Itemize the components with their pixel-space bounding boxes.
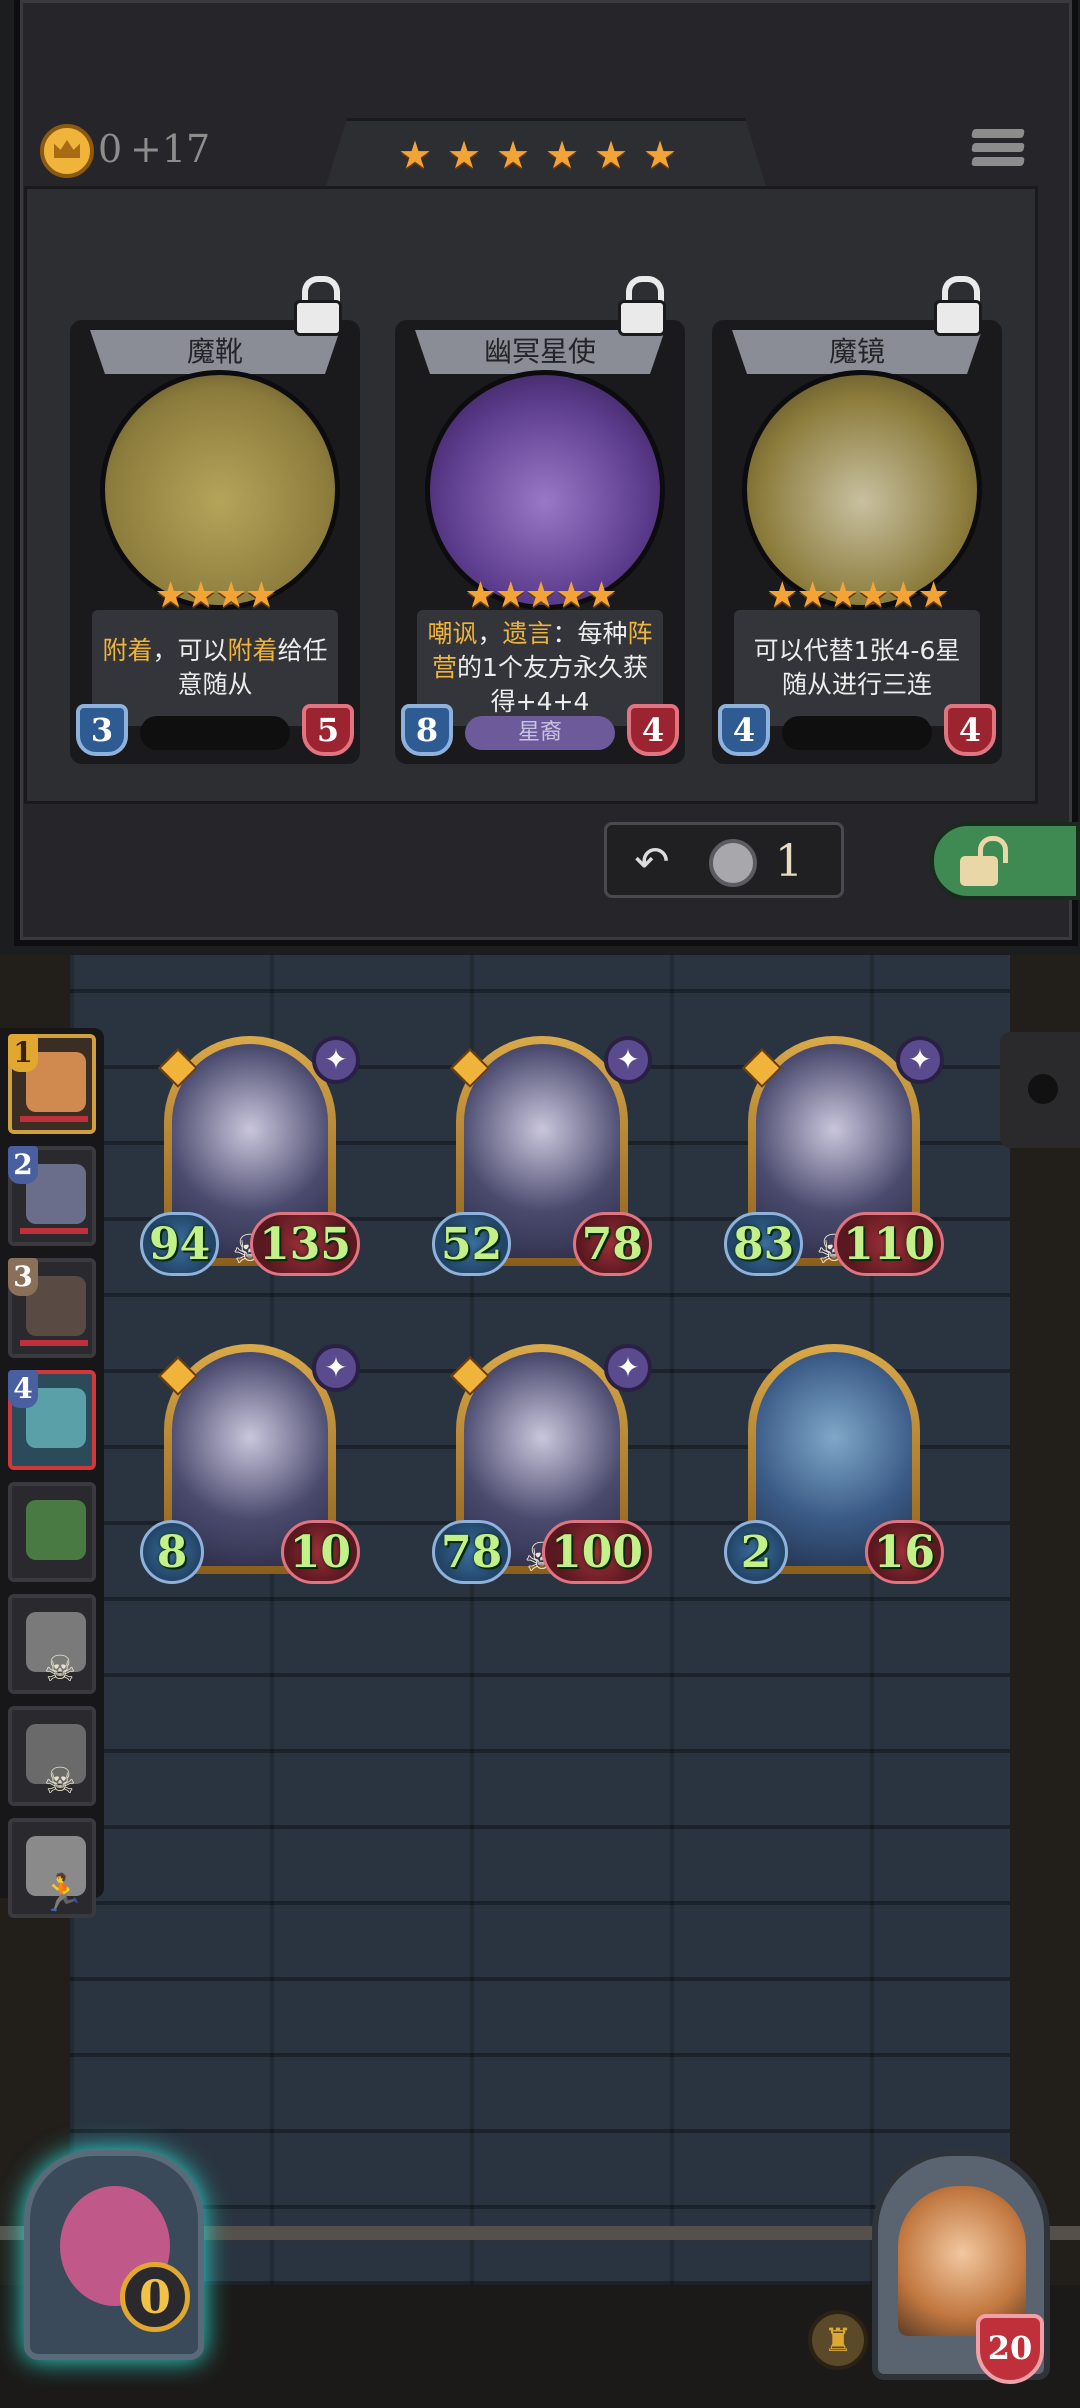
fled-icon: 🏃 bbox=[40, 1873, 85, 1914]
minion-health: 78 bbox=[572, 1212, 652, 1276]
rank-badge: 2 bbox=[8, 1146, 38, 1184]
card-art bbox=[100, 370, 340, 610]
tribe-badge-icon: ✦ bbox=[604, 1036, 652, 1084]
description-text: ， bbox=[477, 619, 503, 648]
treasure-count: 0 bbox=[120, 2262, 190, 2332]
keyword-text: 遗言 bbox=[502, 619, 553, 648]
minion-health: 100 bbox=[542, 1520, 652, 1584]
shop-card-magic-boots[interactable]: 魔靴 ★★★★ 附着，可以附着给任意随从 3 5 bbox=[70, 320, 360, 764]
card-name: 幽冥星使 bbox=[483, 335, 596, 368]
health-bar bbox=[20, 1340, 88, 1346]
description-text: 的1个友方永久获得+4+4 bbox=[457, 653, 648, 716]
refresh-icon: ↶ bbox=[634, 837, 670, 886]
menu-icon[interactable] bbox=[971, 124, 1025, 178]
opponent-slot[interactable]: 1 bbox=[8, 1034, 96, 1134]
tier-star-icon: ★ bbox=[495, 133, 531, 177]
gold-coin-icon bbox=[40, 124, 94, 178]
description-text: ：每种 bbox=[552, 619, 628, 648]
card-description: 嘲讽，遗言：每种阵营的1个友方永久获得+4+4 bbox=[417, 610, 663, 726]
minion-attack: 83 bbox=[724, 1212, 804, 1276]
card-tribe: 星裔 bbox=[465, 716, 615, 750]
hero-health: 20 bbox=[976, 2314, 1044, 2384]
description-text: ，可以 bbox=[152, 636, 228, 665]
minion-attack: 52 bbox=[432, 1212, 512, 1276]
minion-attack: 78 bbox=[432, 1520, 512, 1584]
tier-star-icon: ★ bbox=[642, 133, 678, 177]
unlock-shop-button[interactable] bbox=[930, 822, 1080, 900]
health-bar bbox=[20, 1116, 88, 1122]
card-name: 魔镜 bbox=[828, 335, 885, 368]
shop-card-nether-star-envoy[interactable]: 幽冥星使 ★★★★★ 嘲讽，遗言：每种阵营的1个友方永久获得+4+4 8 星裔 … bbox=[395, 320, 685, 764]
card-art bbox=[425, 370, 665, 610]
board-minion[interactable]: ✦ ☠ 83 110 bbox=[724, 1036, 944, 1280]
opponent-slot[interactable]: ☠ bbox=[8, 1706, 96, 1806]
lock-icon[interactable] bbox=[292, 276, 344, 336]
rank-badge: 4 bbox=[8, 1370, 38, 1408]
opponent-slot[interactable] bbox=[8, 1482, 96, 1582]
crown-coin-icon bbox=[709, 839, 757, 887]
minion-attack: 94 bbox=[140, 1212, 220, 1276]
tier-star-icon: ★ bbox=[446, 133, 482, 177]
opponent-slot[interactable]: 2 bbox=[8, 1146, 96, 1246]
keyword-text: 附着 bbox=[102, 636, 153, 665]
gold-amount: 0 bbox=[98, 127, 123, 171]
lock-icon[interactable] bbox=[932, 276, 984, 336]
board-minion[interactable]: ✦ 52 78 bbox=[432, 1036, 652, 1280]
tribe-badge-icon: ✦ bbox=[896, 1036, 944, 1084]
rank-badge: 3 bbox=[8, 1258, 38, 1296]
skull-icon: ☠ bbox=[43, 1649, 77, 1690]
card-tribe bbox=[782, 716, 932, 750]
card-description: 附着，可以附着给任意随从 bbox=[92, 610, 338, 726]
minion-attack: 2 bbox=[724, 1520, 788, 1584]
board-minion[interactable]: ✦ 8 10 bbox=[140, 1344, 360, 1588]
opponent-slot[interactable]: 3 bbox=[8, 1258, 96, 1358]
tier-star-icon: ★ bbox=[544, 133, 580, 177]
description-text: 可以代替1张4-6星随从进行三连 bbox=[753, 636, 961, 699]
card-attack: 8 bbox=[401, 704, 453, 756]
minion-health: 135 bbox=[250, 1212, 360, 1276]
avatar bbox=[26, 1500, 86, 1560]
tier-star-icon: ★ bbox=[593, 133, 629, 177]
gold-income: +17 bbox=[130, 127, 211, 171]
side-panel-toggle[interactable] bbox=[1000, 1032, 1080, 1148]
unlock-icon bbox=[956, 836, 1008, 888]
tribe-badge-icon: ✦ bbox=[604, 1344, 652, 1392]
tribe-badge-icon: ✦ bbox=[312, 1036, 360, 1084]
card-description: 可以代替1张4-6星随从进行三连 bbox=[734, 610, 980, 726]
shop-card-magic-mirror[interactable]: 魔镜 ★★★★★★ 可以代替1张4-6星随从进行三连 4 4 bbox=[712, 320, 1002, 764]
tier-star-icon: ★ bbox=[397, 133, 433, 177]
opponent-slot[interactable]: ☠ bbox=[8, 1594, 96, 1694]
board-minion[interactable]: ✦ ☠ 94 135 bbox=[140, 1036, 360, 1280]
treasure-slot[interactable] bbox=[24, 2150, 204, 2360]
minion-health: 110 bbox=[834, 1212, 944, 1276]
keyword-text: 附着 bbox=[227, 636, 278, 665]
card-name: 魔靴 bbox=[186, 335, 243, 368]
card-attack: 4 bbox=[718, 704, 770, 756]
minion-attack: 8 bbox=[140, 1520, 204, 1584]
tribe-badge-icon: ✦ bbox=[312, 1344, 360, 1392]
opponent-list: 1 2 3 4 ☠ ☠ 🏃 bbox=[0, 1028, 104, 1918]
card-health: 4 bbox=[627, 704, 679, 756]
board-minion[interactable]: ✦ ☠ 78 100 bbox=[432, 1344, 652, 1588]
skull-icon: ☠ bbox=[43, 1761, 77, 1802]
board-minion[interactable]: 2 16 bbox=[724, 1344, 944, 1588]
health-bar bbox=[20, 1228, 88, 1234]
card-art bbox=[742, 370, 982, 610]
refresh-shop-button[interactable]: ↶ 1 bbox=[604, 822, 844, 898]
lock-icon[interactable] bbox=[616, 276, 668, 336]
card-health: 4 bbox=[944, 704, 996, 756]
card-health: 5 bbox=[302, 704, 354, 756]
minion-health: 10 bbox=[280, 1520, 360, 1584]
keyword-text: 嘲讽 bbox=[427, 619, 478, 648]
rank-badge: 1 bbox=[8, 1034, 38, 1072]
minion-health: 16 bbox=[864, 1520, 944, 1584]
card-attack: 3 bbox=[76, 704, 128, 756]
opponent-slot[interactable]: 🏃 bbox=[8, 1818, 96, 1918]
hero-power-icon[interactable]: ♜ bbox=[808, 2310, 868, 2370]
opponent-slot[interactable]: 4 bbox=[8, 1370, 96, 1470]
refresh-cost: 1 bbox=[775, 836, 803, 887]
card-tribe bbox=[140, 716, 290, 750]
